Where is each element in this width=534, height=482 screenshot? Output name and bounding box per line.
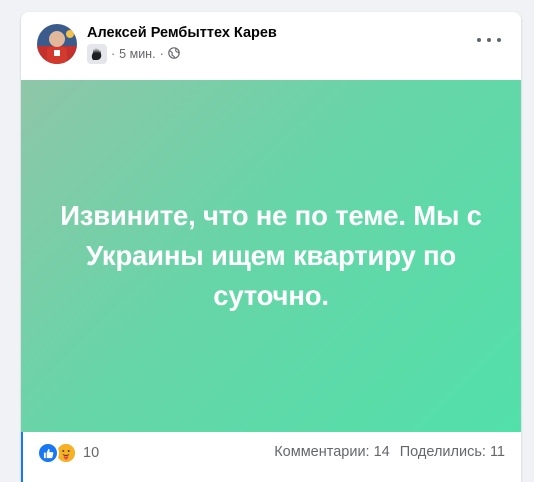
post-header: Алексей Рембыттех Карев · 5 мин. · bbox=[21, 12, 521, 80]
hand-badge-icon[interactable] bbox=[87, 44, 107, 64]
author-avatar[interactable] bbox=[37, 24, 77, 64]
post-stats: Комментарии: 14 Поделились: 11 bbox=[274, 444, 505, 460]
post-meta: · 5 мин. · bbox=[87, 44, 180, 64]
more-options-icon[interactable] bbox=[477, 32, 501, 48]
post-background: Извините, что не по теме. Мы с Украины и… bbox=[21, 80, 521, 432]
comments-count-link[interactable]: Комментарии: 14 bbox=[274, 444, 390, 460]
globe-icon[interactable] bbox=[167, 46, 180, 62]
like-reaction-icon bbox=[37, 442, 59, 464]
post-timestamp[interactable]: 5 мин. bbox=[119, 47, 155, 61]
author-name[interactable]: Алексей Рембыттех Карев bbox=[87, 25, 277, 41]
meta-separator: · bbox=[111, 47, 116, 61]
reaction-count: 10 bbox=[83, 445, 100, 461]
meta-separator-2: · bbox=[159, 47, 164, 61]
post-footer: 10 Комментарии: 14 Поделились: 11 bbox=[21, 432, 521, 482]
footer-accent-bar bbox=[21, 432, 23, 482]
shares-count-link[interactable]: Поделились: 11 bbox=[400, 444, 505, 460]
post-text: Извините, что не по теме. Мы с Украины и… bbox=[60, 200, 482, 311]
reactions-summary[interactable]: 10 bbox=[37, 442, 99, 464]
post-card: Алексей Рембыттех Карев · 5 мин. · Извин… bbox=[21, 12, 521, 482]
